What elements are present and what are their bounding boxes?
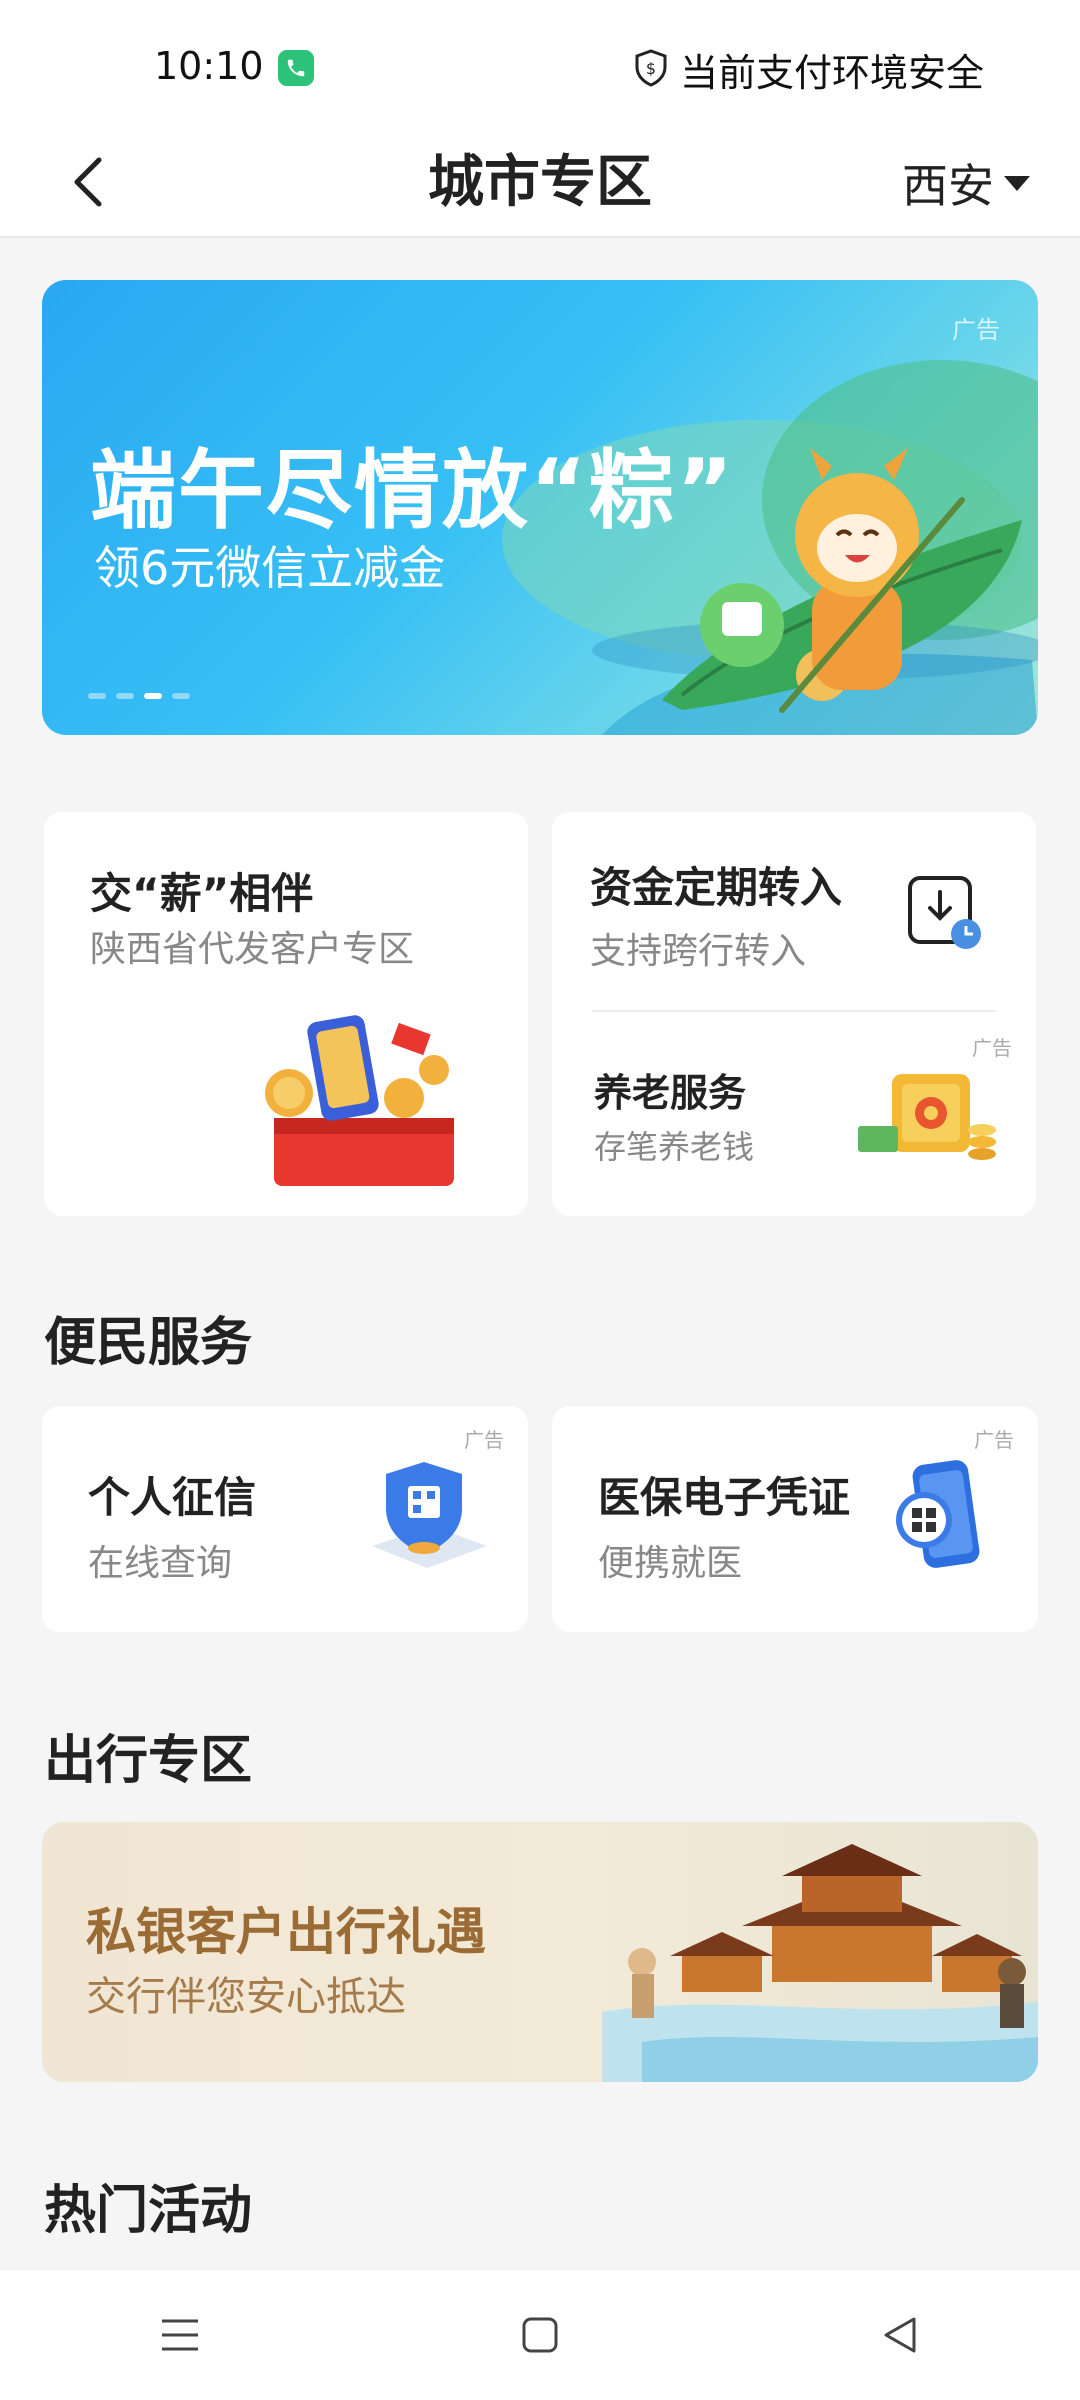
carousel-dot-active <box>144 693 162 699</box>
travel-banner-subtitle: 交行伴您安心抵达 <box>86 1974 406 2020</box>
salary-gift-illustration <box>265 1015 454 1186</box>
system-back-button[interactable] <box>860 2295 940 2375</box>
menu-icon <box>162 2319 198 2351</box>
travel-banner[interactable]: 私银客户出行礼遇 交行伴您安心抵达 <box>42 1822 1038 2082</box>
carousel-dot <box>88 693 106 699</box>
carousel-dot <box>172 693 190 699</box>
services-card: 资金定期转入 支持跨行转入 广告 养老服务 存笔养老钱 <box>552 812 1036 1216</box>
ad-label: 广告 <box>974 1428 1014 1452</box>
pension-subtitle: 存笔养老钱 <box>594 1128 755 1166</box>
transfer-subtitle: 支持跨行转入 <box>590 931 807 972</box>
medical-insurance-card[interactable]: 广告 医保电子凭证 便携就医 <box>552 1406 1038 1632</box>
home-button[interactable] <box>500 2295 580 2375</box>
credit-report-card[interactable]: 广告 个人征信 在线查询 <box>42 1406 528 1632</box>
top-navigation-bar: 城市专区 西安 <box>0 130 1080 238</box>
transfer-item[interactable]: 资金定期转入 支持跨行转入 <box>552 812 1036 1010</box>
scheduled-transfer-icon <box>908 876 981 949</box>
payment-security-indicator: $ 当前支付环境安全 <box>634 42 984 97</box>
back-button[interactable] <box>60 142 116 222</box>
carousel-dot <box>116 693 134 699</box>
system-navigation-bar <box>0 2270 1080 2400</box>
pension-title: 养老服务 <box>594 1071 747 1115</box>
salary-card-title: 交“薪”相伴 <box>90 869 314 918</box>
city-label: 西安 <box>902 159 994 213</box>
menu-button[interactable] <box>140 2295 220 2375</box>
promo-banner[interactable]: 广告 端午尽情放“粽” 领6元微信立减金 <box>42 280 1038 735</box>
credit-report-title: 个人征信 <box>88 1473 257 1522</box>
credit-shield-icon <box>372 1462 487 1568</box>
ad-label: 广告 <box>952 316 1000 344</box>
divider <box>592 1010 996 1012</box>
home-square-icon <box>522 2317 558 2353</box>
salary-card[interactable]: 交“薪”相伴 陕西省代发客户专区 <box>44 812 528 1216</box>
pension-item[interactable]: 广告 养老服务 存笔养老钱 <box>552 1014 1036 1216</box>
back-icon <box>74 157 102 207</box>
safe-box-icon <box>858 1074 996 1160</box>
medical-insurance-subtitle: 便携就医 <box>598 1543 743 1584</box>
travel-banner-title: 私银客户出行礼遇 <box>86 1903 486 1961</box>
ad-label: 广告 <box>972 1036 1012 1060</box>
credit-report-subtitle: 在线查询 <box>88 1543 233 1584</box>
medical-insurance-title: 医保电子凭证 <box>598 1473 851 1522</box>
section-title-convenience: 便民服务 <box>44 1313 253 1373</box>
banner-subtitle: 领6元微信立减金 <box>94 541 446 595</box>
security-text: 当前支付环境安全 <box>679 51 984 95</box>
carousel-indicator <box>88 693 190 699</box>
svg-text:$: $ <box>646 59 656 78</box>
back-triangle-icon <box>884 2317 916 2353</box>
section-title-travel: 出行专区 <box>44 1731 253 1791</box>
status-time: 10:10 <box>154 44 264 88</box>
transfer-title: 资金定期转入 <box>590 863 843 912</box>
medical-card-phone-icon <box>896 1460 980 1568</box>
phone-call-icon <box>278 50 314 86</box>
caret-down-icon <box>1004 175 1030 191</box>
banner-title: 端午尽情放“粽” <box>90 441 736 541</box>
shield-icon: $ <box>634 48 668 91</box>
salary-card-subtitle: 陕西省代发客户专区 <box>90 929 415 970</box>
status-bar: 10:10 $ 当前支付环境安全 <box>0 0 1080 130</box>
city-selector[interactable]: 西安 <box>902 130 1030 236</box>
section-title-hot: 热门活动 <box>44 2181 253 2241</box>
ad-label: 广告 <box>464 1428 504 1452</box>
